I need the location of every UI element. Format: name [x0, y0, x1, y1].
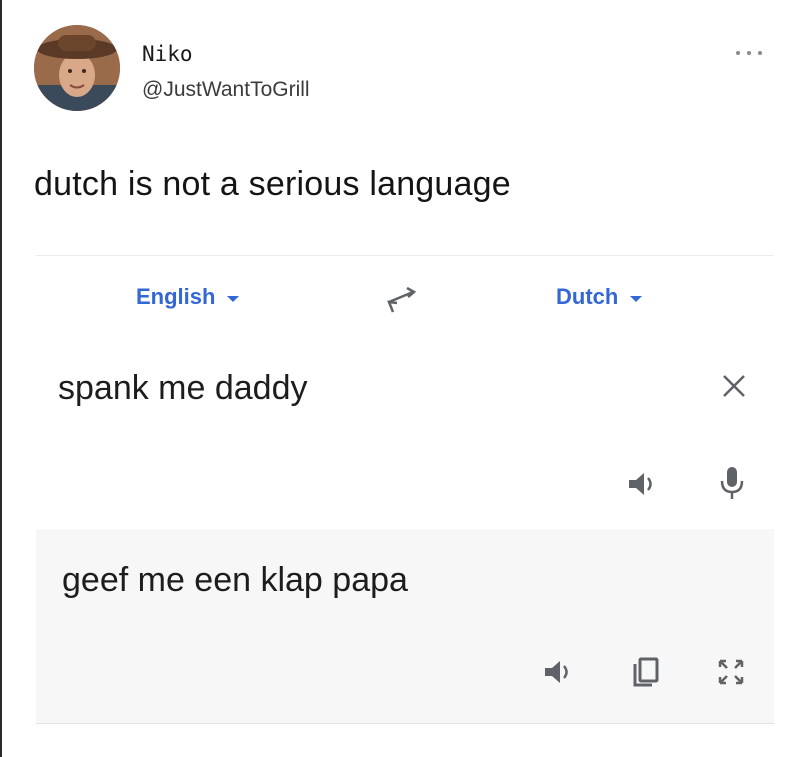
close-icon[interactable] — [719, 371, 749, 401]
source-language-label: English — [136, 284, 216, 309]
user-handle[interactable]: @JustWantToGrill — [142, 78, 310, 102]
fullscreen-icon[interactable] — [716, 657, 746, 687]
source-panel[interactable]: spank me daddy — [36, 341, 774, 530]
speaker-icon[interactable] — [542, 657, 576, 687]
target-language-selector[interactable]: Dutch — [556, 284, 643, 310]
translation-panel: geef me een klap papa — [36, 529, 774, 724]
microphone-icon[interactable] — [718, 465, 746, 501]
tweet-text: dutch is not a serious language — [34, 165, 511, 203]
language-bar: English Dutch — [36, 255, 774, 343]
swap-languages-icon[interactable] — [381, 282, 421, 314]
speaker-icon[interactable] — [626, 469, 660, 499]
more-horizontal-icon[interactable] — [736, 48, 762, 58]
display-name[interactable]: Niko — [142, 42, 193, 66]
target-language-label: Dutch — [556, 284, 619, 309]
translated-text: geef me een klap papa — [62, 561, 408, 599]
avatar[interactable] — [34, 25, 120, 111]
left-border — [0, 0, 2, 757]
source-language-selector[interactable]: English — [136, 284, 240, 310]
avatar-image — [34, 25, 120, 111]
chevron-down-icon — [630, 295, 643, 302]
source-text-input[interactable]: spank me daddy — [58, 369, 308, 408]
chevron-down-icon — [227, 295, 240, 302]
copy-icon[interactable] — [630, 655, 662, 689]
translate-card: English Dutch spank me daddy geef me een… — [36, 255, 774, 725]
